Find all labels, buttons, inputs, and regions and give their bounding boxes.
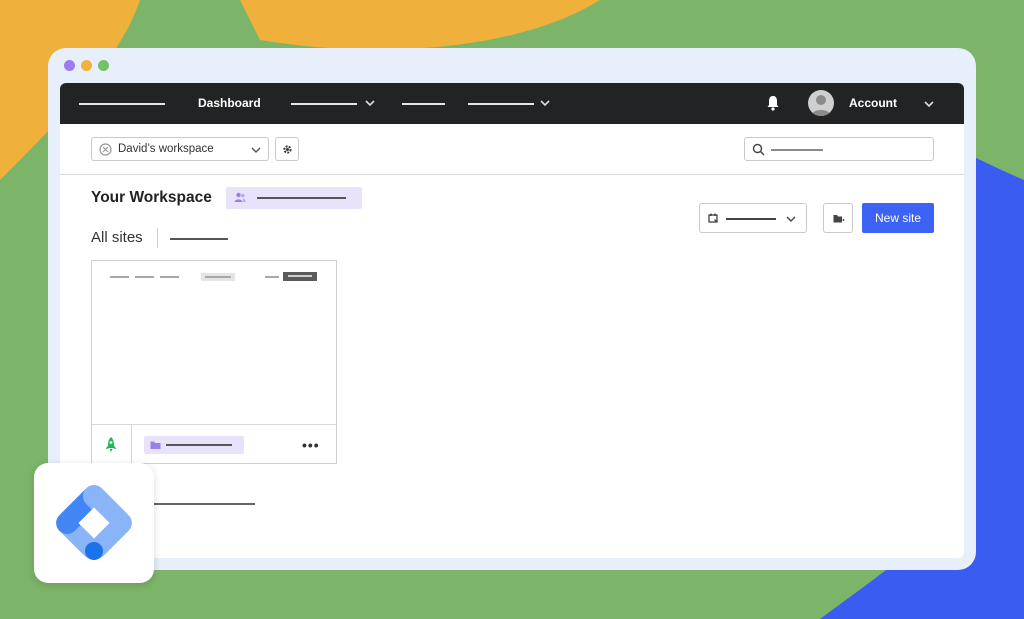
more-horizontal-icon[interactable]: ••• [302,438,320,452]
chevron-down-icon[interactable] [365,99,375,107]
folder-icon [150,441,161,449]
app-container: Dashboard Account David’s workspace Your… [60,83,964,558]
members-placeholder-line [257,197,346,199]
workspace-toolbar: David’s workspace [60,124,964,175]
folder-icon [833,215,845,223]
preview-line [135,276,154,278]
date-filter-placeholder [726,218,776,220]
folders-button[interactable] [823,203,853,233]
account-menu[interactable]: Account [849,96,897,110]
sites-count-placeholder [170,238,228,240]
search-icon [752,143,765,156]
workspace-settings-button[interactable] [275,137,299,161]
workspace-select-value: David’s workspace [118,143,214,155]
google-tag-manager-logo [34,463,154,583]
nav-item-placeholder-3[interactable] [402,103,445,105]
window-dot-purple[interactable] [64,60,75,71]
site-preview [92,261,336,424]
browser-window: Dashboard Account David’s workspace Your… [48,48,976,570]
avatar[interactable] [808,90,834,116]
window-dot-yellow[interactable] [81,60,92,71]
calendar-icon [708,213,718,223]
preview-line [288,275,312,277]
all-sites-label: All sites [91,229,143,246]
nav-dashboard-link[interactable]: Dashboard [198,96,261,110]
site-card[interactable]: ••• [91,260,337,465]
account-chevron-down-icon[interactable] [924,100,934,108]
section-placeholder-line [153,503,255,505]
preview-line [265,276,279,278]
workspace-icon [99,143,112,156]
new-site-button[interactable]: New site [862,203,934,233]
preview-button-block [283,272,317,281]
gear-icon [283,145,292,154]
top-navbar: Dashboard Account [60,83,964,124]
rocket-icon [105,437,117,452]
nav-item-placeholder-2[interactable] [291,103,357,105]
preview-line [205,276,231,278]
site-card-footer: ••• [92,424,336,465]
users-icon [234,192,246,202]
site-folder-badge[interactable] [144,436,244,454]
preview-line [160,276,179,278]
page-title: Your Workspace [91,189,212,206]
logo-icon [56,485,132,560]
chevron-down-icon [251,147,261,153]
folder-placeholder-line [166,444,232,446]
chevron-down-icon [786,216,796,222]
window-controls [64,60,109,71]
date-filter-select[interactable] [699,203,807,233]
chevron-down-icon[interactable] [540,99,550,107]
divider [131,425,132,465]
workspace-members-badge[interactable] [226,187,362,209]
bell-icon[interactable] [766,95,780,111]
user-icon [811,95,831,116]
preview-line [110,276,129,278]
nav-item-placeholder-4[interactable] [468,103,534,105]
search-placeholder-line [771,149,823,151]
divider [157,228,158,248]
window-dot-green[interactable] [98,60,109,71]
search-input[interactable] [744,137,934,161]
workspace-select[interactable]: David’s workspace [91,137,269,161]
nav-item-placeholder-1[interactable] [79,103,165,105]
